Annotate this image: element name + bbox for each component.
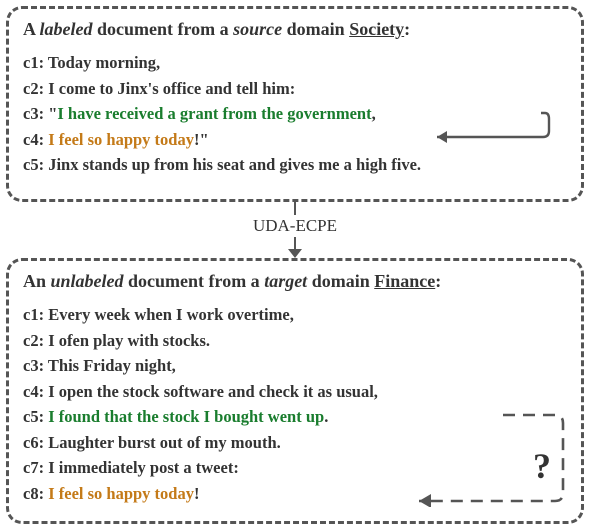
clause-segment: Jinx stands up from his seat and gives m…: [44, 155, 421, 174]
clause-key: c5:: [23, 155, 44, 174]
clause-segment: I have received a grant from the governm…: [57, 104, 371, 123]
clause-key: c2:: [23, 79, 44, 98]
source-doc-title: A labeled document from a source domain …: [23, 19, 567, 40]
clause-key: c2:: [23, 331, 44, 350]
clause-key: c1:: [23, 305, 44, 324]
clause-line: c5: Jinx stands up from his seat and giv…: [23, 152, 567, 178]
clause-segment: I feel so happy today: [48, 484, 194, 503]
title-text: document from a: [93, 19, 234, 39]
title-text: document from a: [124, 271, 265, 291]
clause-segment: !": [194, 130, 209, 149]
title-labeled: unlabeled: [51, 271, 124, 291]
uda-ecpe-connector: UDA-ECPE: [6, 202, 584, 258]
clause-segment: I come to Jinx's office and tell him:: [44, 79, 295, 98]
clause-segment: Every week when I work overtime,: [44, 305, 294, 324]
clause-segment: I ofen play with stocks.: [44, 331, 210, 350]
title-target: target: [264, 271, 307, 291]
title-domain: Society: [349, 19, 404, 39]
title-labeled: labeled: [40, 19, 93, 39]
clause-line: c7: I immediately post a tweet:: [23, 455, 567, 481]
question-mark: ?: [533, 445, 551, 487]
title-text: A: [23, 19, 40, 39]
clause-segment: ": [44, 104, 57, 123]
title-colon: :: [435, 271, 441, 291]
clause-segment: !: [194, 484, 200, 503]
clause-line: c8: I feel so happy today!: [23, 481, 567, 507]
clause-line: c3: "I have received a grant from the go…: [23, 101, 567, 127]
clause-line: c4: I open the stock software and check …: [23, 379, 567, 405]
clause-key: c5:: [23, 407, 44, 426]
clause-line: c6: Laughter burst out of my mouth.: [23, 430, 567, 456]
title-text: An: [23, 271, 51, 291]
clause-key: c1:: [23, 53, 44, 72]
clause-segment: Today morning,: [44, 53, 160, 72]
connector-label: UDA-ECPE: [247, 216, 343, 236]
target-document-box: An unlabeled document from a target doma…: [6, 258, 584, 524]
clause-line: c2: I ofen play with stocks.: [23, 328, 567, 354]
clause-line: c3: This Friday night,: [23, 353, 567, 379]
title-source: source: [233, 19, 282, 39]
clause-segment: ,: [372, 104, 376, 123]
arrow-down-icon: [288, 249, 302, 258]
clause-segment: This Friday night,: [44, 356, 176, 375]
connector-line: [294, 202, 296, 215]
clause-key: c6:: [23, 433, 44, 452]
source-document-box: A labeled document from a source domain …: [6, 6, 584, 202]
clause-key: c4:: [23, 130, 44, 149]
clause-line: c4: I feel so happy today!": [23, 127, 567, 153]
target-doc-title: An unlabeled document from a target doma…: [23, 271, 567, 292]
clause-segment: .: [324, 407, 328, 426]
clause-segment: I found that the stock I bought went up: [48, 407, 324, 426]
clause-key: c3:: [23, 356, 44, 375]
source-clauses: c1: Today morning,c2: I come to Jinx's o…: [23, 50, 567, 178]
clause-line: c2: I come to Jinx's office and tell him…: [23, 76, 567, 102]
clause-segment: I immediately post a tweet:: [44, 458, 239, 477]
title-text: domain: [282, 19, 349, 39]
clause-line: c1: Every week when I work overtime,: [23, 302, 567, 328]
clause-segment: I open the stock software and check it a…: [44, 382, 378, 401]
title-text: domain: [307, 271, 374, 291]
title-domain: Finance: [374, 271, 435, 291]
title-colon: :: [404, 19, 410, 39]
clause-key: c7:: [23, 458, 44, 477]
target-clauses: c1: Every week when I work overtime,c2: …: [23, 302, 567, 507]
clause-line: c1: Today morning,: [23, 50, 567, 76]
clause-segment: Laughter burst out of my mouth.: [44, 433, 281, 452]
clause-key: c3:: [23, 104, 44, 123]
clause-key: c8:: [23, 484, 44, 503]
clause-segment: I feel so happy today: [48, 130, 194, 149]
clause-line: c5: I found that the stock I bought went…: [23, 404, 567, 430]
clause-key: c4:: [23, 382, 44, 401]
